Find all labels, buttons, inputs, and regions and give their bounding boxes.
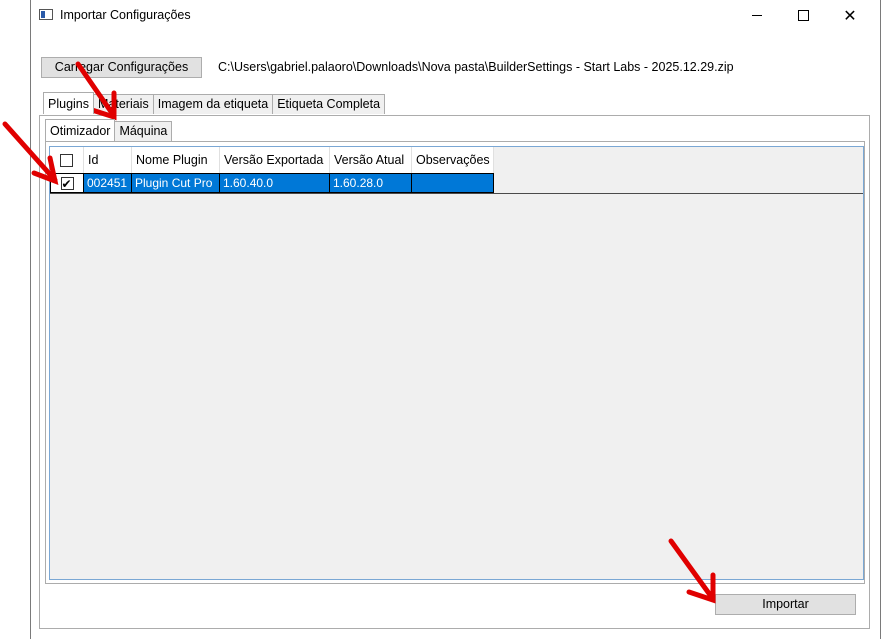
table-row[interactable]: 002451 Plugin Cut Pro 1.60.40.0 1.60.28.… <box>50 173 494 193</box>
close-icon: ✕ <box>843 7 857 25</box>
close-button[interactable]: ✕ <box>827 0 873 31</box>
column-header-plugin-name[interactable]: Nome Plugin <box>132 147 220 173</box>
grid-row-divider <box>50 193 863 194</box>
import-settings-window: Importar Configurações ✕ Carregar Config… <box>30 0 881 639</box>
cell-id[interactable]: 002451 <box>84 173 132 193</box>
column-header-current-version[interactable]: Versão Atual <box>330 147 412 173</box>
title-bar[interactable]: Importar Configurações ✕ <box>31 0 880 31</box>
cell-plugin-name[interactable]: Plugin Cut Pro <box>132 173 220 193</box>
row-checkbox[interactable] <box>60 175 74 193</box>
sub-tabs: Otimizador Máquina <box>45 119 173 142</box>
maximize-button[interactable] <box>780 0 826 31</box>
grid-header: Id Nome Plugin Versão Exportada Versão A… <box>50 147 494 173</box>
app-window-icon <box>39 9 53 20</box>
window-title: Importar Configurações <box>60 8 191 22</box>
load-settings-button[interactable]: Carregar Configurações <box>41 57 202 78</box>
tab-otimizador[interactable]: Otimizador <box>45 119 116 141</box>
plugins-grid[interactable]: Id Nome Plugin Versão Exportada Versão A… <box>49 146 864 580</box>
cell-notes[interactable] <box>412 173 494 193</box>
tab-imagem-etiqueta[interactable]: Imagem da etiqueta <box>152 94 274 114</box>
tab-plugins[interactable]: Plugins <box>43 92 94 114</box>
main-tabs: Plugins Materiais Imagem da etiqueta Eti… <box>43 92 386 115</box>
column-header-exported-version[interactable]: Versão Exportada <box>220 147 330 173</box>
select-all-checkbox[interactable] <box>60 153 73 167</box>
minimize-button[interactable] <box>734 0 780 31</box>
import-button[interactable]: Importar <box>715 594 856 615</box>
tab-materiais[interactable]: Materiais <box>93 94 154 114</box>
cell-current-version[interactable]: 1.60.28.0 <box>330 173 412 193</box>
column-header-id[interactable]: Id <box>84 147 132 173</box>
maximize-icon <box>797 10 809 21</box>
column-header-notes[interactable]: Observações <box>412 147 494 173</box>
tab-etiqueta-completa[interactable]: Etiqueta Completa <box>272 94 386 114</box>
minimize-icon <box>752 15 762 16</box>
file-path-label: C:\Users\gabriel.palaoro\Downloads\Nova … <box>218 60 734 74</box>
select-all-cell[interactable] <box>50 147 84 173</box>
tab-maquina[interactable]: Máquina <box>114 121 173 141</box>
row-select-cell[interactable] <box>50 173 84 193</box>
cell-exported-version[interactable]: 1.60.40.0 <box>220 173 330 193</box>
